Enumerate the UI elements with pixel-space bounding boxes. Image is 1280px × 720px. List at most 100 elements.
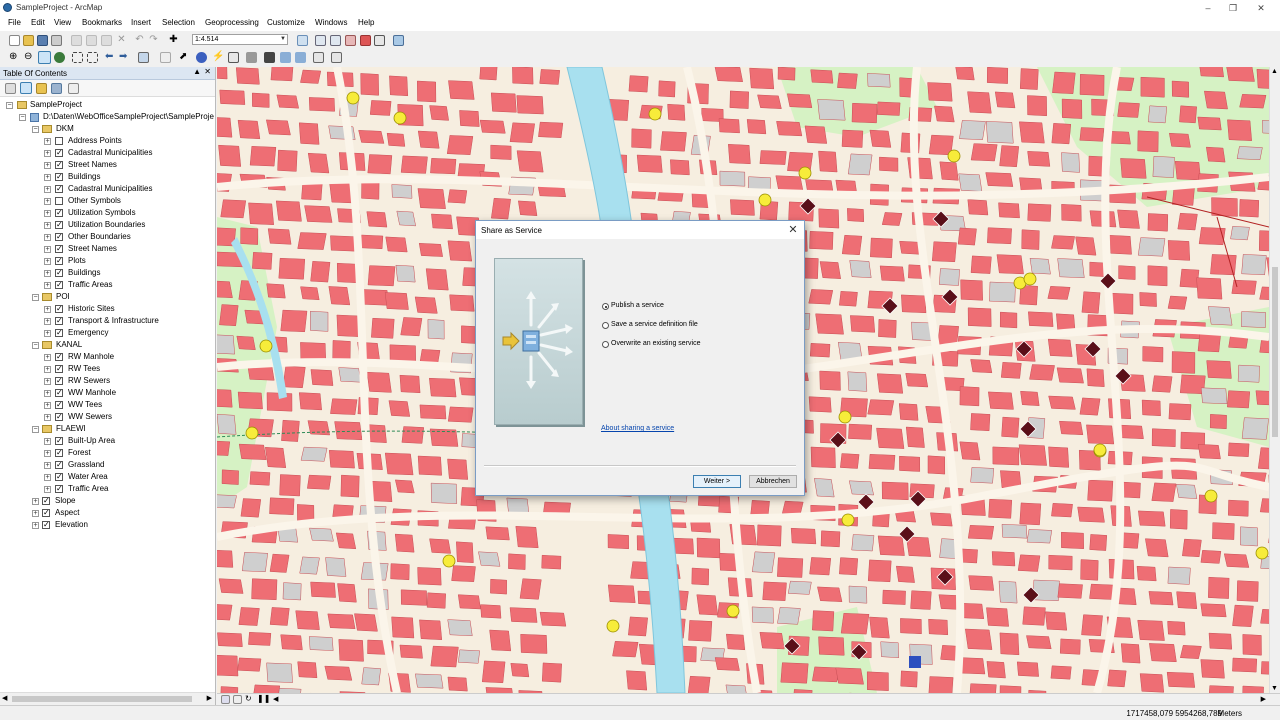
scroll-left-icon[interactable]: ◀ bbox=[2, 694, 7, 702]
toc-group-flaewi[interactable]: − FLAEWI bbox=[0, 423, 214, 435]
fixed-zoom-out-icon[interactable] bbox=[87, 52, 98, 63]
expand-icon[interactable]: + bbox=[44, 162, 51, 169]
visibility-checkbox[interactable]: ✓ bbox=[55, 305, 63, 313]
visibility-checkbox[interactable]: ✓ bbox=[55, 221, 63, 229]
overwrite-service-radio[interactable] bbox=[602, 341, 609, 348]
expand-icon[interactable]: + bbox=[44, 222, 51, 229]
layout-view-icon[interactable] bbox=[233, 695, 242, 704]
toc-layer[interactable]: + ✓ Transport & Infrastructure bbox=[0, 315, 214, 327]
visibility-checkbox[interactable]: ✓ bbox=[55, 173, 63, 181]
expand-icon[interactable]: + bbox=[44, 306, 51, 313]
select-elements-icon[interactable]: ⬈ bbox=[179, 52, 190, 63]
visibility-checkbox[interactable]: ✓ bbox=[42, 509, 50, 517]
toc-layer[interactable]: + ✓ Traffic Area bbox=[0, 483, 214, 495]
clear-selection-icon[interactable] bbox=[160, 52, 171, 63]
expand-icon[interactable]: + bbox=[44, 378, 51, 385]
toc-layer[interactable]: + ✓ Buildings bbox=[0, 267, 214, 279]
collapse-icon[interactable]: − bbox=[6, 102, 13, 109]
expand-icon[interactable]: + bbox=[44, 174, 51, 181]
map-vertical-scrollbar[interactable]: ▲ ▼ bbox=[1269, 67, 1280, 693]
pin-icon[interactable]: ▲ bbox=[193, 67, 201, 76]
cut-icon[interactable] bbox=[71, 35, 82, 46]
close-icon[interactable]: ✕ bbox=[786, 223, 800, 237]
scroll-left-icon[interactable]: ◀ bbox=[273, 695, 278, 703]
menu-bookmarks[interactable]: Bookmarks bbox=[82, 18, 122, 27]
expand-icon[interactable]: + bbox=[44, 450, 51, 457]
visibility-checkbox[interactable]: ✓ bbox=[55, 413, 63, 421]
find-route-icon[interactable] bbox=[280, 52, 291, 63]
toc-group-kanal[interactable]: − KANAL bbox=[0, 339, 214, 351]
expand-icon[interactable]: + bbox=[44, 258, 51, 265]
close-panel-icon[interactable]: ✕ bbox=[204, 67, 211, 76]
visibility-checkbox[interactable]: ✓ bbox=[55, 449, 63, 457]
toc-layer[interactable]: + ✓ Buildings bbox=[0, 171, 214, 183]
menu-file[interactable]: File bbox=[8, 18, 21, 27]
visibility-checkbox[interactable]: ✓ bbox=[55, 257, 63, 265]
expand-icon[interactable]: + bbox=[44, 234, 51, 241]
find-icon[interactable] bbox=[264, 52, 275, 63]
toc-layer[interactable]: + ✓ Built-Up Area bbox=[0, 435, 214, 447]
toc-layer[interactable]: + ✓ Cadastral Municipalities bbox=[0, 183, 214, 195]
toc-group-poi[interactable]: − POI bbox=[0, 291, 214, 303]
visibility-checkbox[interactable]: ✓ bbox=[42, 497, 50, 505]
toc-horizontal-scrollbar[interactable]: ◀ ▶ bbox=[0, 692, 215, 705]
visibility-checkbox[interactable]: ✓ bbox=[55, 245, 63, 253]
catalog-icon[interactable] bbox=[330, 35, 341, 46]
data-view-icon[interactable] bbox=[221, 695, 230, 704]
expand-icon[interactable]: + bbox=[44, 438, 51, 445]
visibility-checkbox[interactable]: ✓ bbox=[55, 353, 63, 361]
menu-insert[interactable]: Insert bbox=[131, 18, 151, 27]
search-window-icon[interactable] bbox=[345, 35, 356, 46]
scroll-right-icon[interactable]: ▶ bbox=[207, 694, 212, 702]
expand-icon[interactable]: + bbox=[44, 486, 51, 493]
list-by-selection-icon[interactable] bbox=[51, 83, 62, 94]
table-of-contents-icon[interactable] bbox=[315, 35, 326, 46]
expand-icon[interactable]: + bbox=[44, 150, 51, 157]
toc-layer[interactable]: + ✓ RW Manhole bbox=[0, 351, 214, 363]
expand-icon[interactable]: + bbox=[44, 474, 51, 481]
paste-icon[interactable] bbox=[101, 35, 112, 46]
save-definition-radio[interactable] bbox=[602, 322, 609, 329]
visibility-checkbox[interactable]: ✓ bbox=[55, 377, 63, 385]
toc-layer[interactable]: + ✓ RW Sewers bbox=[0, 375, 214, 387]
toc-layer[interactable]: + ✓ WW Manhole bbox=[0, 387, 214, 399]
expand-icon[interactable]: + bbox=[44, 462, 51, 469]
toc-layer[interactable]: + ✓ Cadastral Municipalities bbox=[0, 147, 214, 159]
expand-icon[interactable]: + bbox=[44, 138, 51, 145]
list-by-drawing-order-icon[interactable] bbox=[5, 83, 16, 94]
toc-layer[interactable]: + ✓ Forest bbox=[0, 447, 214, 459]
print-icon[interactable] bbox=[51, 35, 62, 46]
expand-icon[interactable]: + bbox=[44, 282, 51, 289]
toc-data-source[interactable]: − D:\Daten\WebOfficeSampleProject\SampleP… bbox=[0, 111, 214, 123]
toc-project[interactable]: − SampleProject bbox=[0, 99, 214, 111]
expand-icon[interactable]: + bbox=[44, 402, 51, 409]
expand-icon[interactable]: + bbox=[44, 246, 51, 253]
expand-icon[interactable]: + bbox=[32, 498, 39, 505]
visibility-checkbox[interactable]: ✓ bbox=[55, 281, 63, 289]
map-scale-combo[interactable]: 1:4.514 ▼ bbox=[192, 34, 288, 45]
close-window-icon[interactable]: ✕ bbox=[1255, 2, 1267, 14]
editor-toolbar-icon[interactable] bbox=[297, 35, 308, 46]
next-button[interactable]: Weiter > bbox=[693, 475, 741, 488]
collapse-icon[interactable]: − bbox=[32, 294, 39, 301]
add-data-icon[interactable]: ✚ bbox=[168, 35, 179, 46]
create-viewer-icon[interactable] bbox=[331, 52, 342, 63]
toc-layer[interactable]: + ✓ Water Area bbox=[0, 471, 214, 483]
menu-selection[interactable]: Selection bbox=[162, 18, 195, 27]
select-features-icon[interactable] bbox=[138, 52, 149, 63]
toc-group-dkm[interactable]: − DKM bbox=[0, 123, 214, 135]
redo-icon[interactable]: ↷ bbox=[148, 35, 159, 46]
visibility-checkbox[interactable]: ✓ bbox=[55, 161, 63, 169]
delete-icon[interactable]: ✕ bbox=[116, 35, 127, 46]
model-builder-icon[interactable] bbox=[393, 35, 404, 46]
visibility-checkbox[interactable]: ✓ bbox=[55, 317, 63, 325]
visibility-checkbox[interactable]: ✓ bbox=[55, 473, 63, 481]
expand-icon[interactable]: + bbox=[44, 270, 51, 277]
scroll-right-icon[interactable]: ▶ bbox=[1261, 695, 1266, 703]
visibility-checkbox[interactable]: ✓ bbox=[55, 401, 63, 409]
toc-raster-elevation[interactable]: + ✓ Elevation bbox=[0, 519, 214, 531]
html-popup-icon[interactable] bbox=[228, 52, 239, 63]
visibility-checkbox[interactable]: ✓ bbox=[42, 521, 50, 529]
time-slider-icon[interactable] bbox=[313, 52, 324, 63]
collapse-icon[interactable]: − bbox=[32, 426, 39, 433]
